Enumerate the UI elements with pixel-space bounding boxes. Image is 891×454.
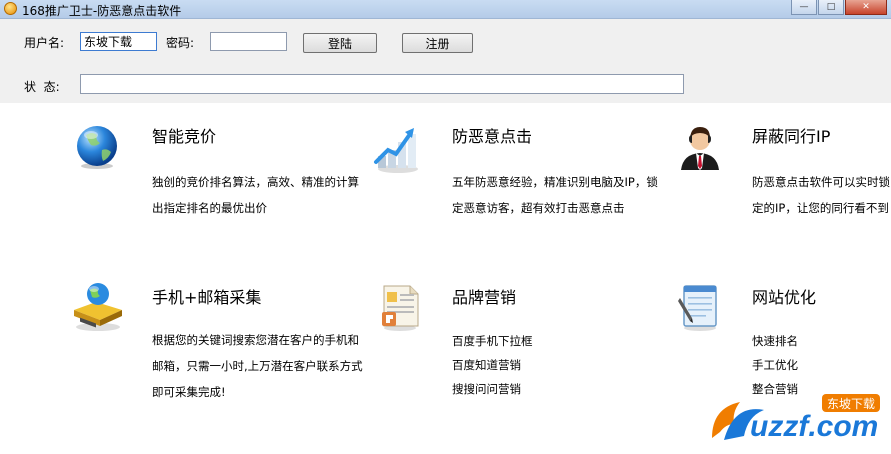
username-label: 用户名: [24, 36, 65, 50]
close-button[interactable]: ✕ [845, 0, 887, 15]
minimize-button[interactable]: — [791, 0, 817, 15]
window-title: 168推广卫士-防恶意点击软件 [22, 4, 182, 18]
login-button[interactable]: 登陆 [303, 33, 377, 53]
feature-description: 独创的竞价排名算法，高效、精准的计算出指定排名的最优出价 [152, 175, 359, 215]
feature-title: 防恶意点击 [452, 127, 533, 146]
app-icon [4, 2, 17, 15]
globe-icon [72, 122, 122, 175]
document-icon [378, 282, 424, 335]
notepad-icon [676, 282, 722, 335]
feature-description: 防恶意点击软件可以实时锁定的IP，让您的同行看不到您 [752, 175, 890, 215]
password-label: 密码: [166, 36, 195, 50]
register-button[interactable]: 注册 [402, 33, 473, 53]
minimize-icon: — [799, 2, 809, 12]
watermark-badge-text: 东坡下载 [827, 397, 875, 411]
window-controls: — □ ✕ [791, 0, 887, 16]
feature-title: 品牌营销 [452, 288, 517, 307]
feature-title: 网站优化 [752, 288, 817, 307]
businessman-icon [675, 122, 725, 175]
growth-chart-icon [372, 122, 422, 177]
feature-list: 百度手机下拉框 百度知道营销 搜搜问问营销 [452, 329, 533, 401]
list-item: 百度知道营销 [452, 358, 521, 372]
feature-title: 手机+邮箱采集 [152, 288, 262, 307]
status-label: 状 态: [24, 80, 60, 94]
username-input[interactable] [80, 32, 157, 51]
list-item: 百度手机下拉框 [452, 334, 533, 348]
feature-description: 五年防恶意经验，精准识别电脑及IP，锁定恶意访客，超有效打击恶意点击 [452, 175, 658, 215]
watermark-logo: uzzf.com 东坡下载 [706, 388, 886, 446]
watermark-brand-text: uzzf.com [750, 410, 878, 443]
status-field[interactable] [80, 74, 684, 94]
feature-title: 屏蔽同行IP [752, 127, 831, 146]
password-input[interactable] [210, 32, 287, 51]
close-icon: ✕ [862, 2, 870, 12]
list-item: 快速排名 [752, 334, 798, 348]
title-bar[interactable]: 168推广卫士-防恶意点击软件 — □ ✕ [0, 0, 891, 19]
network-folder-icon [70, 280, 126, 335]
feature-title: 智能竞价 [152, 127, 217, 146]
feature-description: 根据您的关键词搜索您潜在客户的手机和邮箱，只需一小时,上万潜在客户联系方式即可采… [152, 333, 363, 399]
maximize-button[interactable]: □ [818, 0, 844, 15]
list-item: 手工优化 [752, 358, 798, 372]
maximize-icon: □ [826, 2, 836, 12]
login-panel: 用户名: 密码: 登陆 注册 状 态: [0, 19, 891, 103]
list-item: 搜搜问问营销 [452, 382, 521, 396]
